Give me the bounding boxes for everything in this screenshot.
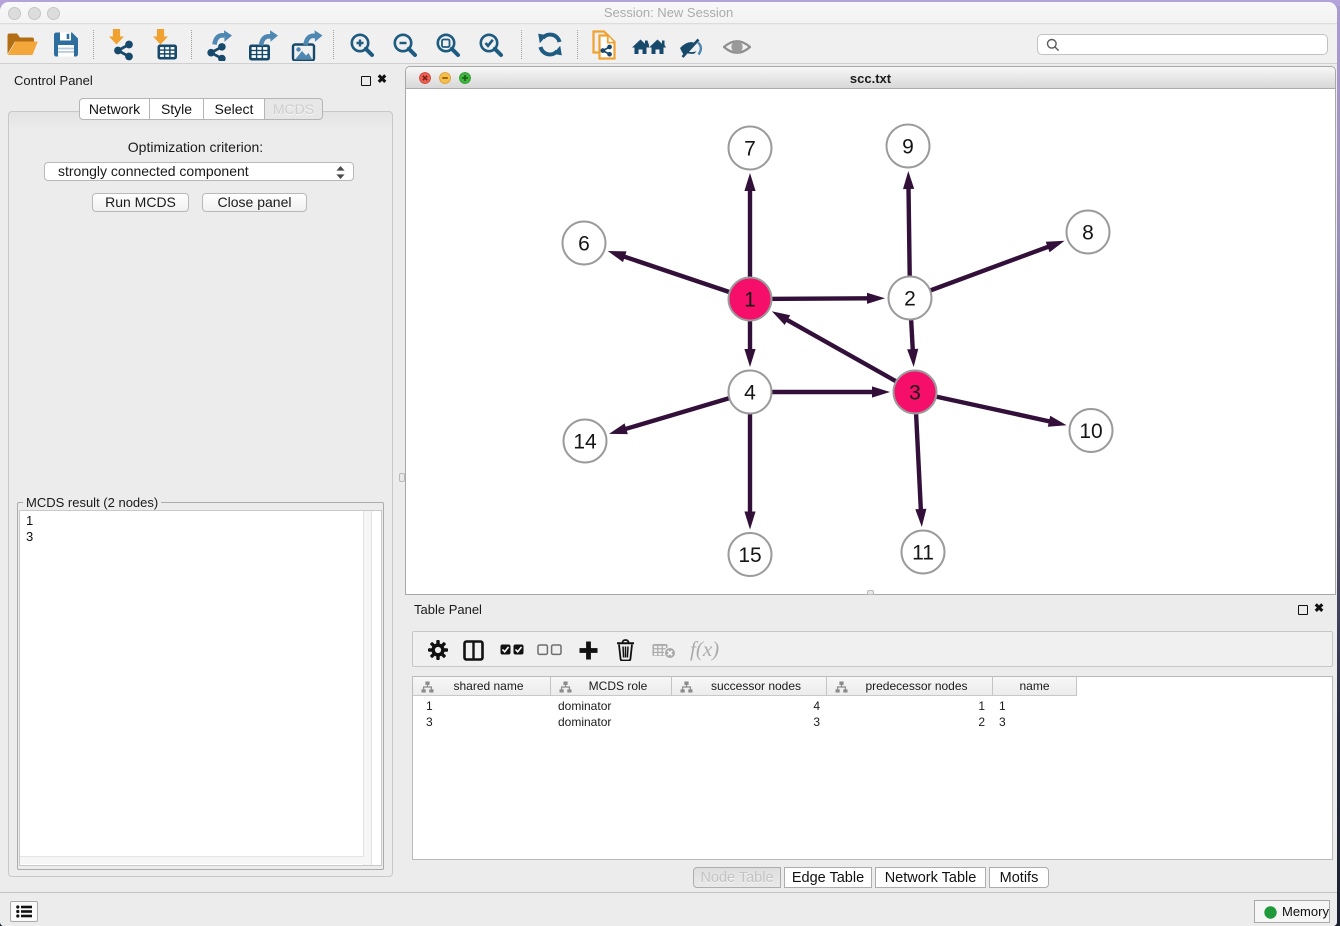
svg-text:8: 8 bbox=[1082, 222, 1094, 245]
svg-text:7: 7 bbox=[744, 138, 756, 161]
svg-text:2: 2 bbox=[904, 288, 916, 311]
svg-text:10: 10 bbox=[1079, 420, 1102, 443]
svg-text:6: 6 bbox=[578, 233, 590, 256]
svg-text:11: 11 bbox=[912, 542, 934, 565]
svg-text:9: 9 bbox=[902, 136, 914, 159]
svg-text:3: 3 bbox=[909, 382, 921, 405]
svg-text:15: 15 bbox=[738, 544, 761, 567]
svg-text:4: 4 bbox=[744, 382, 756, 405]
svg-text:14: 14 bbox=[573, 431, 597, 454]
svg-text:1: 1 bbox=[744, 289, 756, 312]
